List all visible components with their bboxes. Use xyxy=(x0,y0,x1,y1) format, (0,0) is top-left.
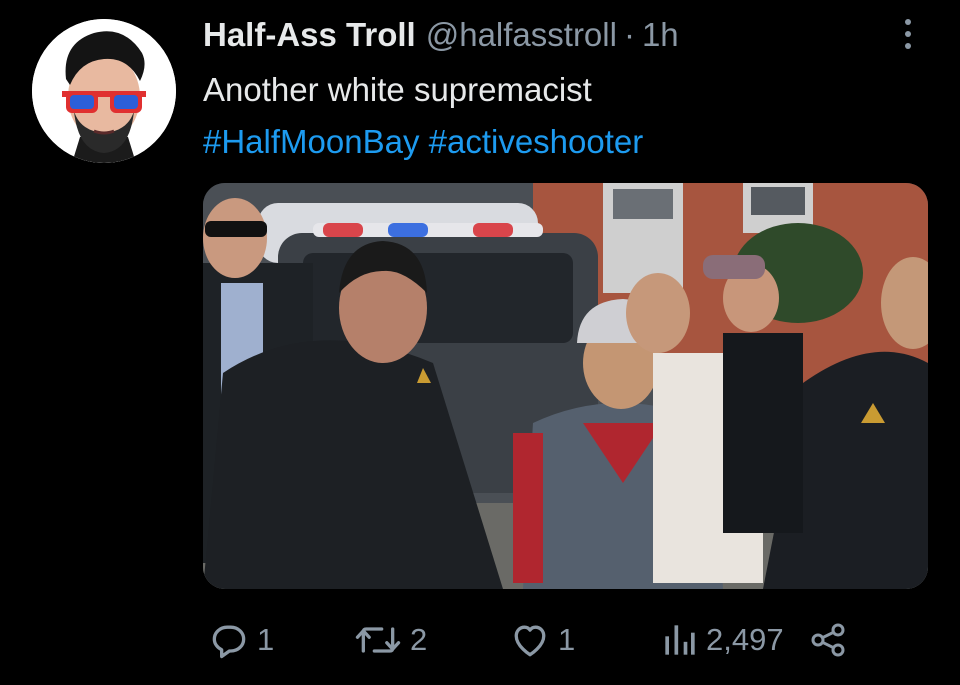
like-button[interactable]: 1 xyxy=(508,615,575,665)
display-name[interactable]: Half-Ass Troll xyxy=(203,16,416,54)
like-count: 1 xyxy=(558,622,576,657)
tweet-text-line: Another white supremacist xyxy=(203,71,592,108)
reply-button[interactable]: 1 xyxy=(207,615,274,665)
retweet-button[interactable]: 2 xyxy=(352,615,427,665)
action-bar: 1 2 1 2,497 xyxy=(0,615,960,665)
hashtag-line: #HalfMoonBay #activeshooter xyxy=(203,116,923,168)
more-options-icon[interactable] xyxy=(896,14,920,54)
views-chart-icon xyxy=(665,625,695,655)
tweet-header: Half-Ass Troll @halfasstroll · 1h xyxy=(203,14,679,56)
photo-illustration xyxy=(203,183,928,589)
tweet[interactable]: Half-Ass Troll @halfasstroll · 1h Anothe… xyxy=(0,0,960,685)
user-handle[interactable]: @halfasstroll xyxy=(426,16,617,54)
reply-count: 1 xyxy=(257,622,275,657)
share-icon xyxy=(811,623,845,657)
tweet-text: Another white supremacist #HalfMoonBay #… xyxy=(203,64,923,168)
hashtag-link[interactable]: #activeshooter xyxy=(429,123,644,160)
timestamp[interactable]: 1h xyxy=(642,16,679,54)
share-button[interactable] xyxy=(808,615,848,665)
retweet-icon xyxy=(355,627,401,653)
separator-dot: · xyxy=(623,16,635,53)
views-count: 2,497 xyxy=(706,622,784,657)
hashtag-link[interactable]: #HalfMoonBay xyxy=(203,123,419,160)
tweet-photo[interactable] xyxy=(203,183,928,589)
retweet-count: 2 xyxy=(410,622,428,657)
reply-icon xyxy=(212,625,246,659)
avatar-illustration xyxy=(32,19,176,163)
avatar[interactable] xyxy=(32,19,176,163)
heart-icon xyxy=(514,625,546,657)
views-button[interactable]: 2,497 xyxy=(660,615,784,665)
